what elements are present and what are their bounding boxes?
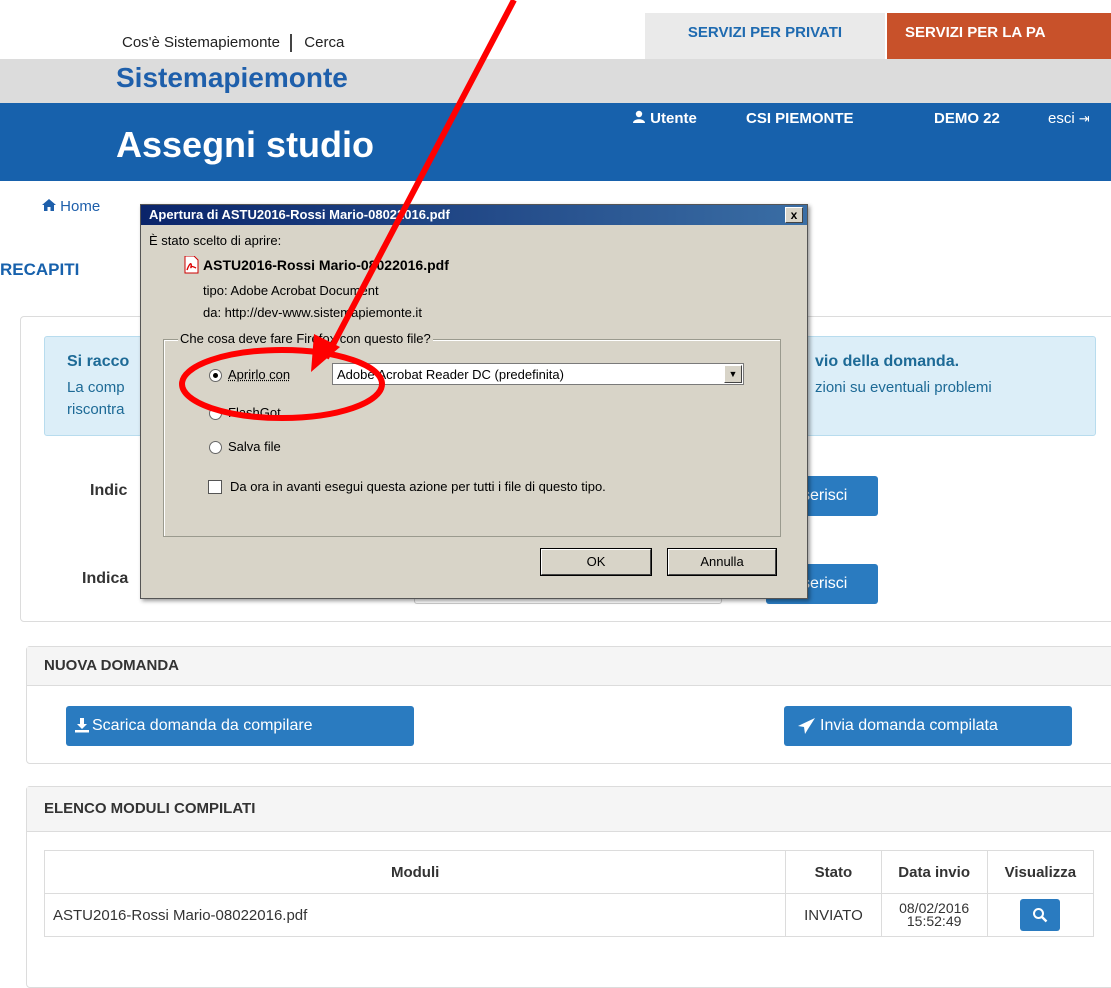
download-form-button[interactable]: Scarica domanda da compilare — [66, 706, 414, 746]
breadcrumb[interactable]: Home — [42, 198, 100, 215]
top-link-search[interactable]: Cerca — [304, 34, 344, 51]
user-menu[interactable]: Utente — [632, 110, 697, 127]
moduli-table: Moduli Stato Data invio Visualizza ASTU2… — [43, 850, 1095, 937]
modulo-visualizza-cell — [986, 893, 1095, 937]
radio-open-with-label[interactable]: Aprirlo con — [228, 367, 290, 382]
dialog-intro: È stato scelto di aprire: — [149, 233, 282, 248]
alert-title-left: Si racco — [67, 353, 130, 370]
radio-flashgot-label[interactable]: FlashGot — [228, 405, 281, 420]
dialog-titlebar[interactable]: Apertura di ASTU2016-Rossi Mario-0802201… — [141, 205, 807, 225]
data-invio-time: 15:52:49 — [906, 913, 962, 929]
top-links: Cos'è Sistemapiemonte Cerca — [122, 34, 344, 53]
tab-servizi-pa[interactable]: SERVIZI PER LA PA — [887, 13, 1111, 59]
app-title: Assegni studio — [116, 124, 375, 165]
open-file-dialog: Apertura di ASTU2016-Rossi Mario-0802201… — [140, 204, 808, 599]
col-stato: Stato — [785, 850, 882, 894]
dialog-close-button[interactable]: x — [785, 207, 803, 223]
col-data-invio: Data invio — [880, 850, 988, 894]
dialog-filename: ASTU2016-Rossi Mario-08022016.pdf — [203, 257, 449, 273]
user-org: CSI PIEMONTE — [746, 110, 854, 127]
magnifier-icon — [1033, 908, 1048, 923]
top-link-about[interactable]: Cos'è Sistemapiemonte — [122, 34, 280, 51]
table-row: ASTU2016-Rossi Mario-08022016.pdf INVIAT… — [43, 893, 1095, 937]
logout-label: esci — [1048, 110, 1075, 127]
action-question: Che cosa deve fare Firefox con questo fi… — [178, 331, 433, 346]
tab-servizi-privati[interactable]: SERVIZI PER PRIVATI — [645, 13, 885, 59]
email-label: Indic — [90, 482, 128, 499]
alert-line1-right: zioni su eventuali problemi — [815, 379, 992, 396]
open-with-text: Aprirlo con — [228, 367, 291, 382]
table-header-row: Moduli Stato Data invio Visualizza — [43, 850, 1095, 894]
nuova-domanda-title: NUOVA DOMANDA — [44, 657, 179, 674]
open-with-app-value: Adobe Acrobat Reader DC (predefinita) — [337, 367, 564, 382]
col-moduli: Moduli — [43, 850, 787, 894]
dialog-file-source: da: http://dev-www.sistemapiemonte.it — [203, 305, 422, 320]
logout-icon: ⇥ — [1078, 111, 1090, 126]
col-visualizza: Visualizza — [986, 850, 1095, 894]
action-fieldset: Che cosa deve fare Firefox con questo fi… — [163, 331, 781, 537]
brand-logo-text[interactable]: Sistemapiemonte — [116, 62, 348, 94]
elenco-moduli-title: ELENCO MODULI COMPILATI — [44, 800, 256, 817]
dialog-cancel-button[interactable]: Annulla — [667, 548, 777, 576]
download-form-label: Scarica domanda da compilare — [92, 717, 313, 734]
user-label: Utente — [650, 110, 697, 127]
logout-link[interactable]: esci ⇥ — [1048, 110, 1090, 127]
chevron-down-icon[interactable]: ▼ — [724, 365, 742, 383]
remember-checkbox[interactable] — [208, 480, 222, 494]
open-with-app-select[interactable]: Adobe Acrobat Reader DC (predefinita) ▼ — [332, 363, 744, 385]
user-icon — [633, 110, 645, 123]
send-icon — [798, 718, 815, 734]
radio-flashgot[interactable] — [209, 407, 222, 420]
pdf-file-icon — [184, 256, 199, 274]
user-name: DEMO 22 — [934, 110, 1000, 127]
dialog-ok-button[interactable]: OK — [540, 548, 652, 576]
modulo-filename: ASTU2016-Rossi Mario-08022016.pdf — [43, 893, 787, 937]
dialog-title: Apertura di ASTU2016-Rossi Mario-0802201… — [149, 207, 450, 222]
view-button[interactable] — [1020, 899, 1061, 931]
nuova-domanda-header — [27, 647, 1111, 686]
breadcrumb-home: Home — [60, 198, 101, 215]
radio-save-file-label[interactable]: Salva file — [228, 439, 281, 454]
nuova-domanda-panel — [26, 646, 1111, 764]
radio-open-with[interactable] — [209, 369, 222, 382]
phone-label: Indica — [82, 570, 129, 587]
alert-line2-left: riscontra — [67, 401, 125, 418]
download-icon — [75, 718, 89, 733]
home-icon — [42, 199, 56, 211]
dialog-file-type: tipo: Adobe Acrobat Document — [203, 283, 379, 298]
send-form-button[interactable]: Invia domanda compilata — [784, 706, 1072, 746]
alert-line1-left: La comp — [67, 379, 125, 396]
alert-title-right: vio della domanda. — [815, 353, 960, 370]
top-link-separator — [290, 34, 293, 53]
recapiti-heading: RECAPITI — [0, 260, 80, 279]
modulo-data-invio: 08/02/2016 15:52:49 — [880, 893, 988, 937]
modulo-stato: INVIATO — [785, 893, 882, 937]
send-form-label: Invia domanda compilata — [820, 717, 998, 734]
radio-save-file[interactable] — [209, 441, 222, 454]
remember-label[interactable]: Da ora in avanti esegui questa azione pe… — [230, 479, 606, 494]
